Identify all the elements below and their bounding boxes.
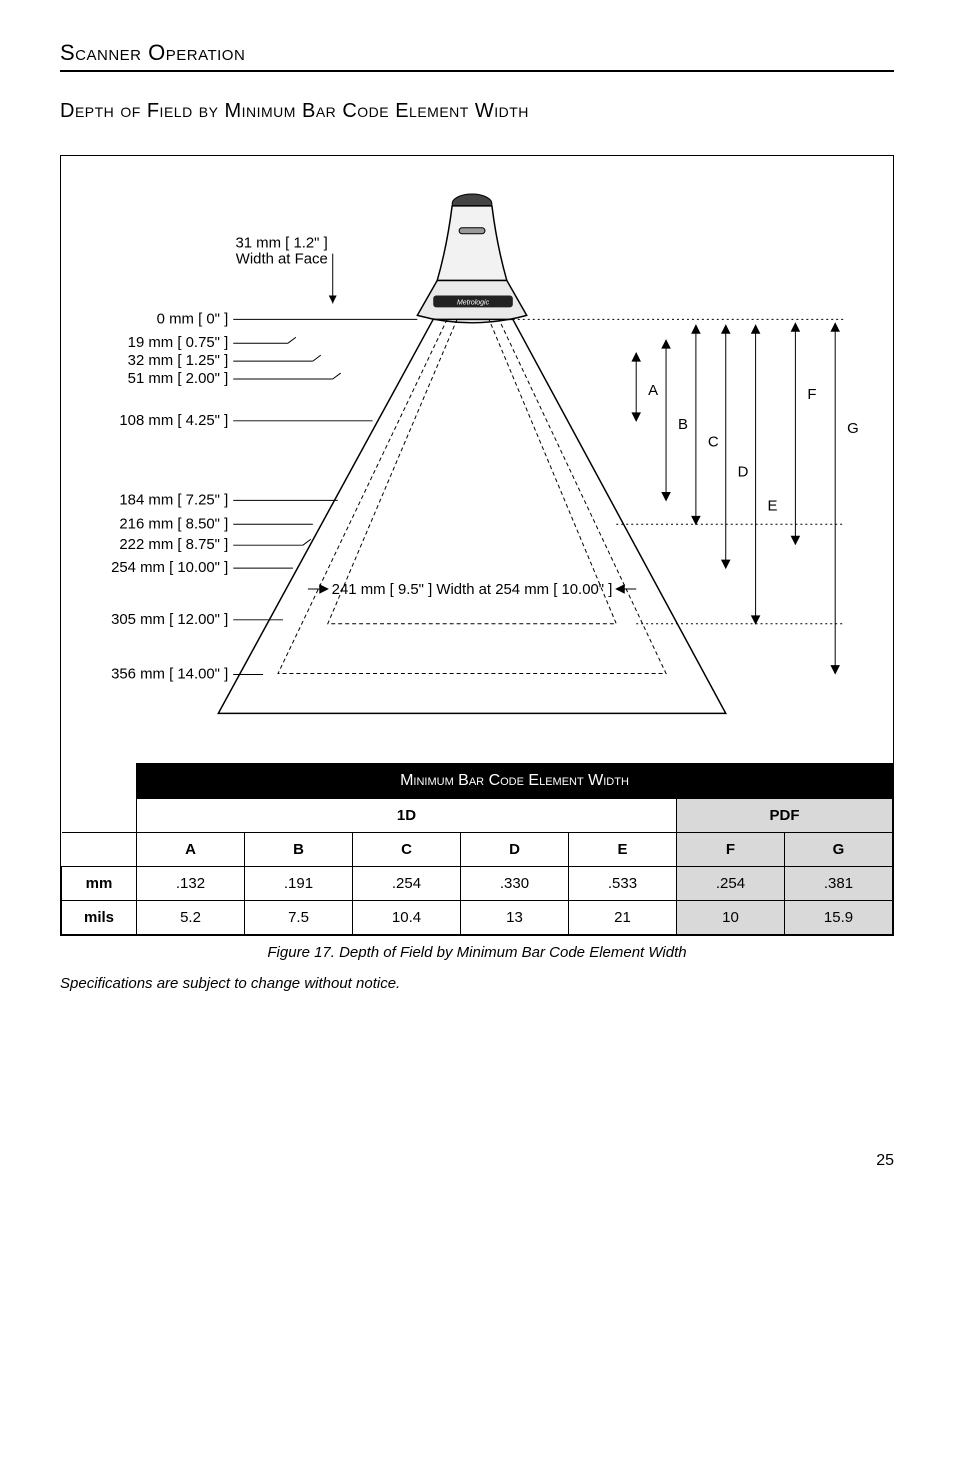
row-mils: mils 5.2 7.5 10.4 13 21 10 15.9 <box>62 901 893 935</box>
depth-of-field-diagram: Metrologic 31 mm [ 1.2" ] Width at Face … <box>61 156 893 763</box>
face-width-line2: Width at Face <box>236 251 328 268</box>
svg-text:222 mm [ 8.75" ]: 222 mm [ 8.75" ] <box>119 536 228 553</box>
svg-text:G: G <box>847 420 859 437</box>
width-at-distance-label: 241 mm [ 9.5" ] Width at 254 mm [ 10.00"… <box>332 581 613 598</box>
svg-text:32 mm [ 1.25" ]: 32 mm [ 1.25" ] <box>128 352 229 369</box>
svg-text:216 mm [ 8.50" ]: 216 mm [ 8.50" ] <box>119 515 228 532</box>
svg-text:E: E <box>768 497 778 514</box>
svg-text:305 mm [ 12.00" ]: 305 mm [ 12.00" ] <box>111 611 228 628</box>
row-mm: mm .132 .191 .254 .330 .533 .254 .381 <box>62 867 893 901</box>
page-number: 25 <box>60 1152 894 1170</box>
fov-dash-2 <box>328 319 617 623</box>
col-d: D <box>461 833 569 867</box>
group-1d-header: 1D <box>137 799 677 833</box>
svg-text:254 mm [ 10.00" ]: 254 mm [ 10.00" ] <box>111 559 228 576</box>
col-f: F <box>677 833 785 867</box>
svg-text:B: B <box>678 416 688 433</box>
svg-text:C: C <box>708 434 719 451</box>
col-g: G <box>785 833 893 867</box>
svg-text:51 mm [ 2.00" ]: 51 mm [ 2.00" ] <box>128 370 229 387</box>
sub-title: Depth of Field by Minimum Bar Code Eleme… <box>60 100 894 123</box>
right-brackets: A B C D E F <box>513 319 859 673</box>
svg-text:19 mm [ 0.75" ]: 19 mm [ 0.75" ] <box>128 334 229 351</box>
element-width-table: Minimum Bar Code Element Width 1D PDF A … <box>61 763 893 935</box>
diagram-svg: Metrologic 31 mm [ 1.2" ] Width at Face … <box>79 186 875 743</box>
svg-text:0 mm [ 0" ]: 0 mm [ 0" ] <box>157 310 229 327</box>
svg-text:F: F <box>807 386 816 403</box>
col-b: B <box>245 833 353 867</box>
svg-text:D: D <box>738 464 749 481</box>
svg-text:184 mm [ 7.25" ]: 184 mm [ 7.25" ] <box>119 491 228 508</box>
face-width-line1: 31 mm [ 1.2" ] <box>235 235 327 252</box>
col-e: E <box>569 833 677 867</box>
svg-text:A: A <box>648 382 658 399</box>
spec-note: Specifications are subject to change wit… <box>60 975 894 992</box>
brand-label: Metrologic <box>457 299 490 306</box>
col-c: C <box>353 833 461 867</box>
scanner-icon: Metrologic <box>417 194 526 323</box>
distance-labels: 0 mm [ 0" ] 19 mm [ 0.75" ] 32 mm [ 1.25… <box>111 310 228 682</box>
table-title-band: Minimum Bar Code Element Width <box>137 764 893 799</box>
figure-caption: Figure 17. Depth of Field by Minimum Bar… <box>60 944 894 961</box>
svg-text:356 mm [ 14.00" ]: 356 mm [ 14.00" ] <box>111 666 228 683</box>
section-title: Scanner Operation <box>60 40 894 72</box>
figure-container: Metrologic 31 mm [ 1.2" ] Width at Face … <box>60 155 894 936</box>
group-pdf-header: PDF <box>677 799 893 833</box>
fov-outer <box>218 319 725 713</box>
col-a: A <box>137 833 245 867</box>
leader-lines <box>233 319 417 674</box>
svg-text:108 mm [ 4.25" ]: 108 mm [ 4.25" ] <box>119 412 228 429</box>
